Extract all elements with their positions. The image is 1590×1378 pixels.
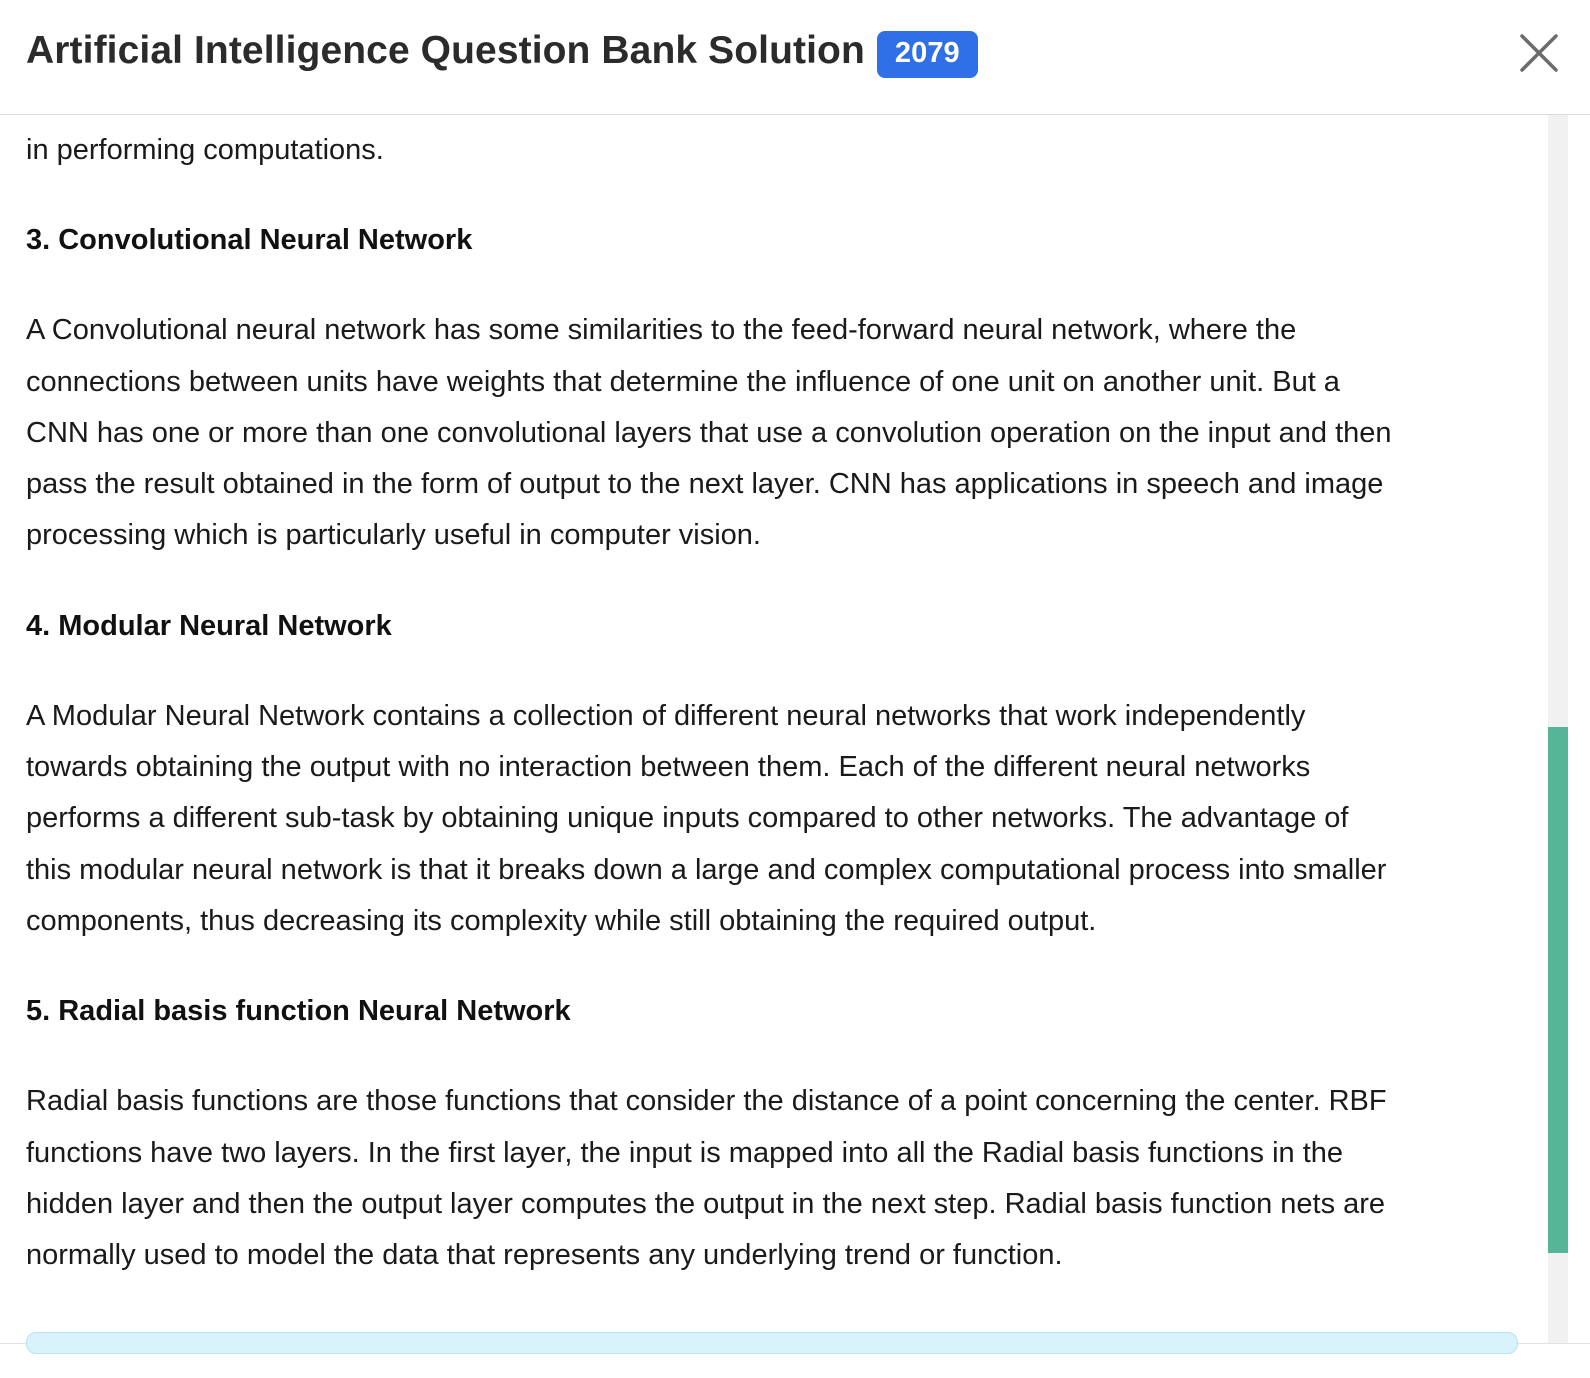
question-solution-modal: Artificial Intelligence Question Bank So… (0, 0, 1590, 1378)
modal-header: Artificial Intelligence Question Bank So… (0, 0, 1590, 115)
paragraph-line: towards obtaining the output with no int… (26, 751, 1311, 784)
paragraph-line: A Convolutional neural network has some … (26, 314, 1297, 347)
section-radial-basis: 5. Radial basis function Neural Network … (26, 986, 1526, 1281)
paragraph-line: this modular neural network is that it b… (26, 853, 1387, 886)
solution-content-inner: in performing computations. 3. Convoluti… (26, 125, 1526, 1281)
scrollbar-track[interactable] (1548, 115, 1568, 1343)
modal-title-text: Artificial Intelligence Question Bank So… (26, 29, 865, 73)
close-icon (1520, 34, 1558, 72)
modal-title: Artificial Intelligence Question Bank So… (26, 28, 978, 78)
year-badge: 2079 (876, 31, 978, 78)
section-heading: 4. Modular Neural Network (26, 609, 392, 642)
section-heading: 3. Convolutional Neural Network (26, 224, 473, 257)
intro-fragment: in performing computations. (26, 134, 384, 166)
paragraph-line: functions have two layers. In the first … (26, 1136, 1344, 1169)
paragraph-line: performs a different sub-task by obtaini… (26, 802, 1349, 835)
section-convolutional: 3. Convolutional Neural Network A Convol… (26, 215, 1526, 561)
paragraph-line: processing which is particularly useful … (26, 519, 761, 552)
paragraph-line: connections between units have weights t… (26, 365, 1340, 398)
paragraph-line: CNN has one or more than one convolution… (26, 416, 1392, 449)
paragraph-line: A Modular Neural Network contains a coll… (26, 699, 1306, 732)
paragraph-line: hidden layer and then the output layer c… (26, 1187, 1386, 1220)
section-modular: 4. Modular Neural Network A Modular Neur… (26, 601, 1526, 947)
scrollbar-thumb[interactable] (1548, 727, 1568, 1253)
paragraph-line: components, thus decreasing its complexi… (26, 904, 1097, 937)
paragraph-line: pass the result obtained in the form of … (26, 468, 1384, 501)
paragraph-line: Radial basis functions are those functio… (26, 1085, 1387, 1118)
solution-content[interactable]: in performing computations. 3. Convoluti… (0, 115, 1548, 1343)
close-button[interactable] (1518, 32, 1560, 74)
next-section-card (26, 1332, 1518, 1354)
section-heading: 5. Radial basis function Neural Network (26, 995, 571, 1028)
paragraph-line: normally used to model the data that rep… (26, 1239, 1063, 1272)
